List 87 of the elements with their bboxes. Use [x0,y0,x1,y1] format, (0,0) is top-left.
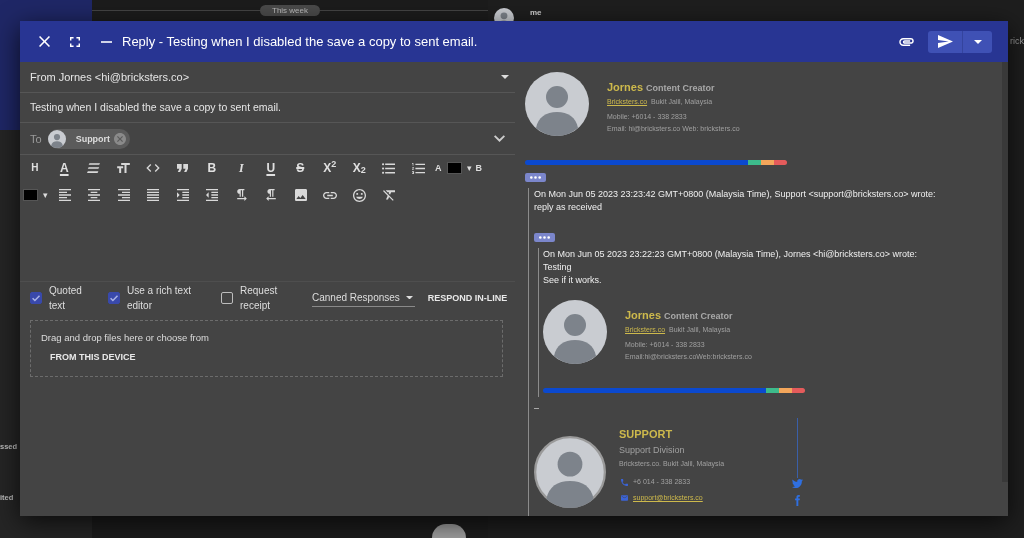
to-label: To [30,131,42,146]
paperclip-icon [898,37,914,46]
ellipsis-icon [530,176,541,179]
show-more-button[interactable] [534,233,555,242]
close-icon [38,36,50,47]
swatch[interactable] [446,162,462,174]
dropdown-button[interactable]: ▾ [41,189,50,201]
quote-header: On Mon Jun 05 2023 23:23:42 GMT+0800 (Malaysia Time), Support <support@bricksters.co> wrote: [534,188,937,201]
from-field[interactable]: From Jornes <hi@bricksters.co> [20,62,515,93]
smiley-icon [353,188,367,202]
slanted-lines-icon [87,163,101,173]
minimize-icon [100,40,112,43]
sender-name: me [530,8,542,18]
file-drop-zone[interactable]: Drag and drop files here or choose from FROM THIS DEVICE [30,320,503,377]
format-button[interactable]: H [20,157,50,179]
recipient-chip[interactable]: Support [47,128,131,149]
subject-field[interactable]: Testing when I disabled the save a copy to sent email. [20,93,515,123]
pilcrow-right-icon [236,189,247,201]
pilcrow-left-icon [266,189,277,201]
format-button[interactable]: A [49,157,79,179]
format-button[interactable]: X$^{2}$ [315,157,345,179]
chevron-down-icon[interactable] [494,135,505,142]
checkbox-label: Request receipt [240,284,279,313]
scrollbar[interactable] [1002,62,1008,482]
show-more-button[interactable] [525,173,546,182]
caret-icon [405,295,413,300]
clear-format-icon [383,189,396,201]
link-icon [323,191,338,199]
canned-responses-dropdown[interactable]: Canned Responses [312,289,415,307]
justify-icon [147,189,160,201]
avatar [534,436,606,508]
caret-icon [973,39,982,44]
respond-inline-button[interactable]: RESPOND IN-LINE [427,292,508,304]
format-button[interactable]: S [285,157,315,179]
drop-zone-text: Drag and drop files here or choose from [41,332,209,344]
quote-body-line: See if it works. [543,274,602,287]
checkbox[interactable] [221,292,233,304]
bulleted-list-icon [382,162,396,174]
fullscreen-icon [70,36,80,47]
signature-name: Jornes [607,81,644,94]
checkbox-label: Use a rich text editor [127,284,192,313]
code-icon [145,164,160,172]
quote-icon [176,164,188,172]
checkbox-label: Quoted text [49,284,83,313]
numbered-list-icon [411,162,425,174]
mail-icon [621,495,628,501]
align-center-icon [88,189,101,201]
upload-button[interactable]: FROM THIS DEVICE [41,350,145,364]
format-button[interactable]: B [197,157,227,179]
edge-text: rick [1010,36,1024,47]
outdent-icon [206,189,219,201]
dialog-title: Reply - Testing when I disabled the save a copy to sent email. [122,33,478,50]
format-button[interactable]: I [226,157,256,179]
checkbox[interactable] [108,292,120,304]
send-icon [937,35,953,48]
phone-icon [621,478,628,486]
swatch-label: A [434,162,443,174]
format-button[interactable]: X$_{2}$ [344,157,374,179]
signature-separator: – [534,403,539,414]
avatar [47,129,66,148]
swatch[interactable] [23,189,38,201]
signature-role: Content Creator [646,83,715,94]
to-field[interactable]: To Support [20,123,515,155]
format-button[interactable]: U [256,157,286,179]
date-divider-label: This week [260,5,320,16]
quote-body-line: reply as received [534,201,603,214]
caret-icon [501,75,509,79]
dropdown-button[interactable]: ▾ [464,162,474,174]
send-options-button[interactable] [962,30,992,53]
indent-icon [176,189,189,201]
quote-body-line: Testing [543,261,572,274]
align-right-icon [117,189,130,201]
image-icon [294,189,307,201]
quote-header: On Mon Jun 05 2023 23:22:23 GMT+0800 (Malaysia Time), Jornes <hi@bricksters.co> wrote: [543,248,919,261]
swatch-label: B [474,162,483,174]
signature-department: Support Division [619,444,685,456]
avatar [543,300,607,364]
floating-action-button[interactable] [432,524,466,538]
ellipsis-icon [539,236,550,239]
text-size-icon [116,163,130,173]
signature-role: Content Creator [664,311,733,322]
signature-name: SUPPORT [619,427,673,441]
align-left-icon [58,189,71,201]
send-button[interactable] [928,30,962,53]
checkbox[interactable] [30,292,42,304]
avatar [525,72,589,136]
signature-name: Jornes [625,309,662,322]
